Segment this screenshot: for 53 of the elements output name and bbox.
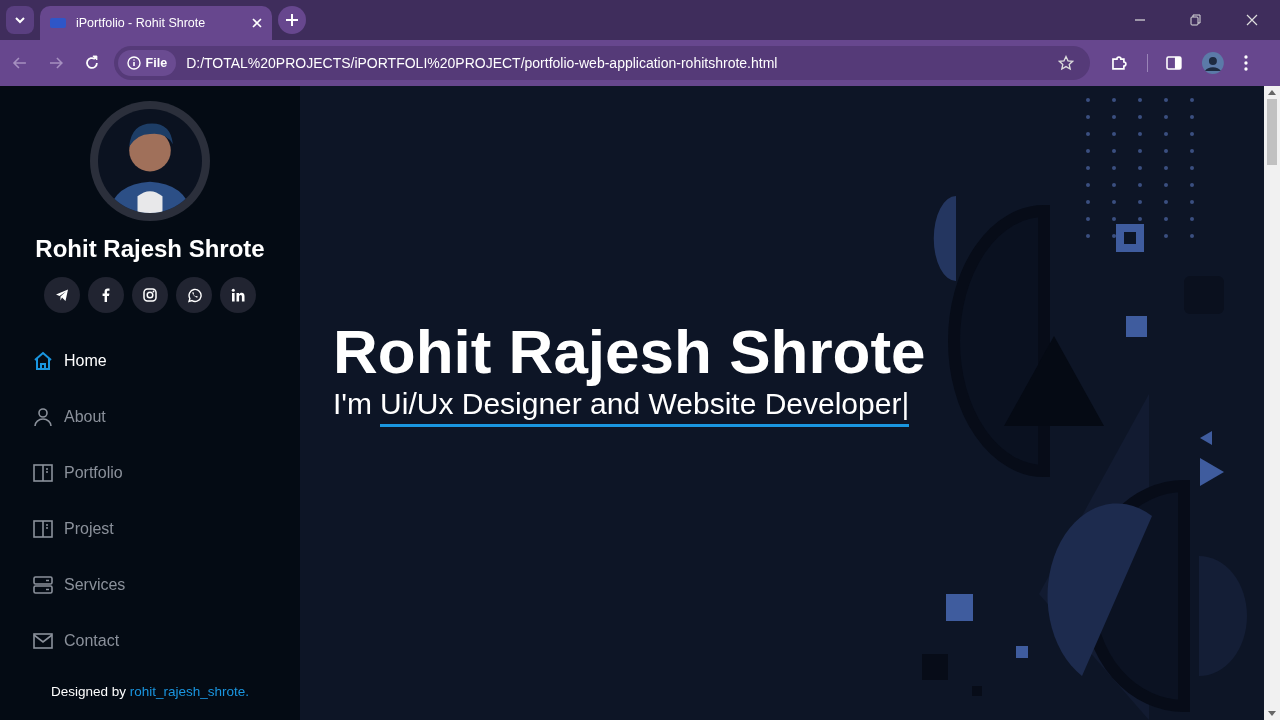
plus-icon: [286, 14, 298, 26]
side-panel-icon[interactable]: [1166, 55, 1183, 71]
browser-tab[interactable]: iPortfolio - Rohit Shrote: [40, 6, 272, 40]
telegram-button[interactable]: [44, 277, 80, 313]
instagram-icon: [143, 288, 157, 302]
new-tab-button[interactable]: [278, 6, 306, 34]
scroll-up-icon[interactable]: [1268, 90, 1276, 95]
facebook-button[interactable]: [88, 277, 124, 313]
nav-item[interactable]: About: [32, 404, 300, 430]
close-icon[interactable]: [1246, 14, 1258, 26]
intro-text: I'm: [333, 387, 373, 421]
nav-item[interactable]: Projest: [32, 516, 300, 542]
back-icon[interactable]: [12, 55, 28, 71]
scroll-thumb[interactable]: [1267, 99, 1277, 165]
instagram-button[interactable]: [132, 277, 168, 313]
typed-role-text: Ui/Ux Designer and Website Developer|: [380, 387, 910, 428]
reload-icon[interactable]: [83, 55, 100, 71]
puzzle-icon[interactable]: [1109, 54, 1128, 72]
linkedin-button[interactable]: [220, 277, 256, 313]
nav-item[interactable]: Home: [32, 348, 300, 374]
scroll-down-icon[interactable]: [1268, 711, 1276, 716]
url-text: D:/TOTAL%20PROJECTS/iPORTFOLI%20PROJECT/portfolio-web-application-rohitshrote.html: [186, 55, 779, 71]
site-info-button[interactable]: File: [117, 50, 177, 76]
credit-text: Designed by rohit_rajesh_shrote.: [50, 684, 250, 699]
book-icon: [32, 462, 54, 484]
whatsapp-button[interactable]: [176, 277, 212, 313]
person-icon: [32, 406, 54, 428]
star-icon[interactable]: [1057, 55, 1074, 71]
nav-item[interactable]: Services: [32, 572, 300, 598]
menu-icon[interactable]: [1244, 55, 1248, 71]
credit-link[interactable]: rohit_rajesh_shrote.: [129, 684, 250, 699]
mail-icon: [32, 630, 54, 652]
restore-icon[interactable]: [1190, 14, 1202, 26]
hero-title: Rohit Rajesh Shrote: [333, 316, 927, 388]
nav-item[interactable]: Contact: [32, 628, 300, 654]
profile-name: Rohit Rajesh Shrote: [35, 235, 265, 263]
tab-title: iPortfolio - Rohit Shrote: [76, 16, 207, 30]
caret-icon: [14, 16, 26, 24]
nav-item[interactable]: Portfolio: [32, 460, 300, 486]
scrollbar[interactable]: [1264, 86, 1280, 720]
forward-icon[interactable]: [47, 55, 64, 71]
address-bar[interactable]: File D:/TOTAL%20PROJECTS/iPORTFOLI%20PROJECT/portfolio-web-application-rohitshrote.html: [113, 46, 1090, 80]
book-icon: [32, 518, 54, 540]
whatsapp-icon: [186, 287, 202, 303]
favicon-icon: [50, 17, 66, 29]
home-icon: [32, 350, 54, 372]
facebook-icon: [102, 288, 110, 302]
paper-plane-icon: [55, 288, 69, 302]
tab-search-button[interactable]: [6, 6, 34, 34]
server-icon: [32, 574, 54, 596]
linkedin-icon: [231, 288, 245, 302]
info-icon: [126, 56, 141, 70]
profile-avatar-icon[interactable]: [1202, 52, 1224, 74]
